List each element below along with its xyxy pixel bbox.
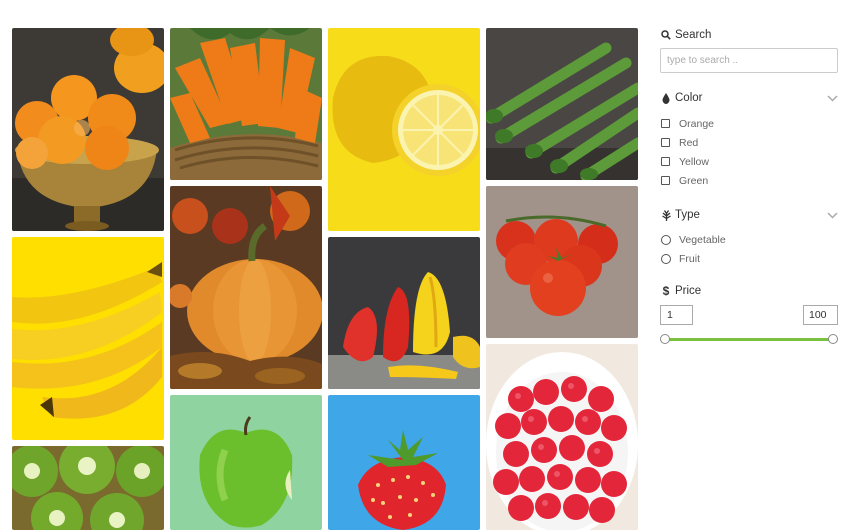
pumpkin-image [170,186,322,389]
gallery-item-bananas[interactable] [12,237,164,440]
search-icon [660,30,672,40]
price-max-input[interactable]: 100 [803,305,838,325]
chevron-down-icon[interactable] [827,211,838,219]
gallery-item-peppers[interactable] [328,237,480,389]
checkbox[interactable] [661,157,670,166]
strawberry-image [328,395,480,530]
carrots-image [170,28,322,180]
kiwi-image [12,446,164,530]
checkbox[interactable] [661,138,670,147]
type-option-fruit[interactable]: Fruit [660,249,838,268]
color-option-yellow[interactable]: Yellow [660,152,838,171]
type-option-vegetable[interactable]: Vegetable [660,230,838,249]
gallery-item-pumpkin[interactable] [170,186,322,389]
type-section-header[interactable]: Type [660,207,838,223]
leaf-icon [660,209,672,221]
gallery-item-green-apple[interactable] [170,395,322,530]
price-title: Price [675,285,702,297]
price-min-input[interactable]: 1 [660,305,693,325]
color-options: Orange Red Yellow Green [660,114,838,190]
gallery-item-strawberry[interactable] [328,395,480,530]
price-section-header: $ Price [660,283,838,299]
type-option-label: Vegetable [679,233,726,246]
checkbox[interactable] [661,119,670,128]
color-option-green[interactable]: Green [660,171,838,190]
color-option-red[interactable]: Red [660,133,838,152]
tangerines-image [12,28,164,231]
type-title: Type [675,209,700,221]
gallery-item-raspberries[interactable] [486,344,638,530]
chevron-down-icon[interactable] [827,94,838,102]
raspberries-image [486,344,638,530]
color-option-label: Green [679,174,709,187]
price-max-handle[interactable] [828,334,838,344]
search-section-header: Search [660,28,838,42]
price-min-handle[interactable] [660,334,670,344]
filter-sidebar: Search Color Orange Red Yellow Green [660,28,838,345]
price-range-track [665,338,833,341]
color-option-orange[interactable]: Orange [660,114,838,133]
color-title: Color [675,92,703,104]
price-range-slider[interactable] [660,333,838,345]
droplet-icon [660,92,672,104]
gallery-item-tomatoes[interactable] [486,186,638,338]
tomatoes-image [486,186,638,338]
search-input[interactable] [660,48,838,73]
green-apple-image [170,395,322,530]
checkbox[interactable] [661,176,670,185]
type-option-label: Fruit [679,252,700,265]
search-title: Search [675,29,712,41]
color-option-label: Orange [679,117,715,130]
asparagus-image [486,28,638,180]
color-option-label: Red [679,136,699,149]
radio-button[interactable] [661,253,671,264]
color-section-header[interactable]: Color [660,90,838,106]
gallery-item-tangerines[interactable] [12,28,164,231]
radio-button[interactable] [661,234,671,245]
gallery-item-asparagus[interactable] [486,28,638,180]
bananas-image [12,237,164,440]
gallery-item-lemon[interactable] [328,28,480,231]
peppers-image [328,237,480,389]
color-option-label: Yellow [679,155,709,168]
product-gallery [12,28,638,530]
price-inputs: 1 100 [660,305,838,325]
dollar-icon: $ [662,284,670,298]
gallery-item-kiwi[interactable] [12,446,164,530]
type-options: Vegetable Fruit [660,230,838,268]
gallery-item-carrots[interactable] [170,28,322,180]
lemon-image [328,28,480,231]
